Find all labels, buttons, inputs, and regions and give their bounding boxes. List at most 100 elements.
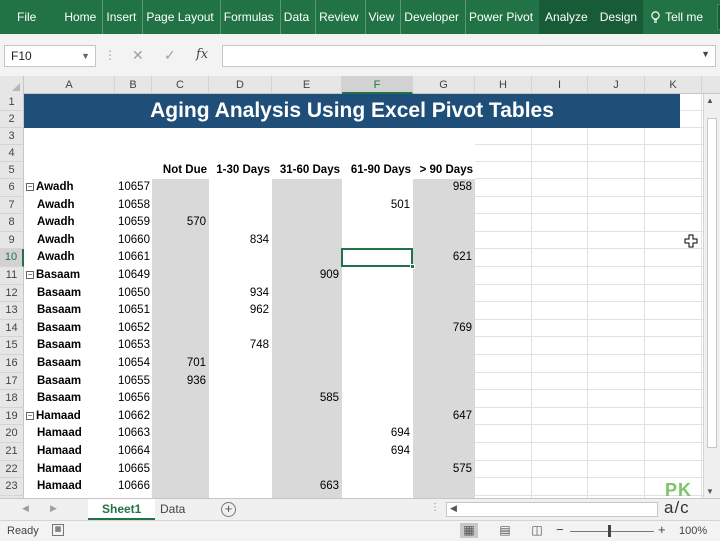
check-icon[interactable]: ✓: [164, 47, 176, 64]
column-header-e[interactable]: E: [272, 76, 342, 94]
amount-cell[interactable]: 694: [342, 443, 410, 461]
customer-cell[interactable]: − Awadh: [26, 179, 103, 197]
invoice-cell[interactable]: 10659: [115, 214, 152, 232]
amount-cell[interactable]: 748: [209, 337, 269, 355]
ribbon-tab-power-pivot[interactable]: Power Pivot: [465, 0, 539, 34]
row-header-23[interactable]: 23: [0, 478, 24, 496]
select-all-button[interactable]: [0, 76, 24, 94]
invoice-cell[interactable]: 10666: [115, 478, 152, 496]
row-header-11[interactable]: 11: [0, 267, 24, 285]
column-header-b[interactable]: B: [115, 76, 152, 94]
amount-cell[interactable]: 694: [342, 425, 410, 443]
macro-record-icon[interactable]: ▦: [52, 524, 64, 536]
page-layout-view-icon[interactable]: ▤: [496, 523, 514, 538]
column-header-a[interactable]: A: [24, 76, 115, 94]
invoice-cell[interactable]: 10665: [115, 461, 152, 479]
vertical-scrollbar[interactable]: ▲ ▼: [703, 94, 720, 498]
ribbon-tab-review[interactable]: Review: [315, 0, 364, 34]
fill-handle[interactable]: [410, 263, 415, 269]
scroll-up-icon[interactable]: ▲: [706, 96, 714, 105]
amount-cell[interactable]: 962: [209, 302, 269, 320]
zoom-level[interactable]: 100%: [679, 525, 707, 537]
amount-cell[interactable]: 909: [272, 267, 339, 285]
invoice-cell[interactable]: 10651: [115, 302, 152, 320]
collapse-icon[interactable]: −: [26, 271, 34, 279]
drag-handle-icon[interactable]: ⋮: [104, 48, 116, 62]
expand-formula-icon[interactable]: ▼: [701, 49, 710, 59]
ribbon-tab-developer[interactable]: Developer: [400, 0, 465, 34]
invoice-cell[interactable]: 10653: [115, 337, 152, 355]
amount-cell[interactable]: 663: [272, 478, 339, 496]
sheet-tab-data[interactable]: Data: [146, 499, 199, 520]
amount-cell[interactable]: 834: [209, 232, 269, 250]
row-header-10[interactable]: 10: [0, 249, 24, 267]
tell-me-search[interactable]: Tell me: [643, 0, 713, 34]
chevron-down-icon[interactable]: ▼: [81, 46, 90, 66]
customer-cell[interactable]: Awadh: [37, 249, 114, 267]
row-header-22[interactable]: 22: [0, 460, 24, 479]
customer-cell[interactable]: Basaam: [37, 320, 114, 338]
customer-cell[interactable]: Basaam: [37, 302, 114, 320]
row-header-2[interactable]: 2: [0, 111, 24, 128]
invoice-cell[interactable]: 10663: [115, 425, 152, 443]
row-header-20[interactable]: 20: [0, 425, 24, 443]
row-header-19[interactable]: 19: [0, 407, 24, 426]
column-header-k[interactable]: K: [645, 76, 702, 94]
aging-header[interactable]: 1-30 Days: [209, 162, 270, 179]
amount-cell[interactable]: 936: [152, 373, 206, 391]
formula-input[interactable]: ▼: [222, 45, 716, 67]
column-header-j[interactable]: J: [588, 76, 645, 94]
customer-cell[interactable]: − Basaam: [26, 267, 103, 285]
amount-cell[interactable]: 585: [272, 390, 339, 408]
zoom-in-icon[interactable]: +: [658, 522, 666, 537]
ribbon-tab-data[interactable]: Data: [279, 0, 315, 34]
row-header-3[interactable]: 3: [0, 128, 24, 145]
amount-cell[interactable]: 647: [413, 408, 472, 426]
zoom-slider-thumb[interactable]: [608, 525, 611, 537]
customer-cell[interactable]: Awadh: [37, 197, 114, 215]
invoice-cell[interactable]: 10664: [115, 443, 152, 461]
normal-view-icon[interactable]: ▦: [460, 523, 478, 538]
customer-cell[interactable]: − Hamaad: [26, 408, 103, 426]
split-handle-icon[interactable]: ⋮: [430, 502, 440, 513]
invoice-cell[interactable]: 10652: [115, 320, 152, 338]
row-header-5[interactable]: 5: [0, 162, 24, 179]
ribbon-tab-design[interactable]: Design: [593, 0, 644, 34]
invoice-cell[interactable]: 10655: [115, 373, 152, 391]
row-header-4[interactable]: 4: [0, 145, 24, 162]
ribbon-tab-page-layout[interactable]: Page Layout: [142, 0, 219, 34]
invoice-cell[interactable]: 10662: [115, 408, 152, 426]
prev-sheet-icon[interactable]: ◀: [22, 503, 29, 514]
customer-cell[interactable]: Hamaad: [37, 443, 114, 461]
ribbon-tab-insert[interactable]: Insert: [102, 0, 142, 34]
row-header-21[interactable]: 21: [0, 443, 24, 461]
scroll-thumb[interactable]: [707, 118, 717, 448]
row-header-1[interactable]: 1: [0, 94, 24, 111]
collapse-icon[interactable]: −: [26, 183, 34, 191]
row-header-17[interactable]: 17: [0, 372, 24, 391]
row-header-13[interactable]: 13: [0, 302, 24, 320]
add-sheet-icon[interactable]: +: [221, 502, 236, 517]
ribbon-tab-formulas[interactable]: Formulas: [219, 0, 280, 34]
customer-cell[interactable]: Basaam: [37, 285, 114, 303]
amount-cell[interactable]: 769: [413, 320, 472, 338]
invoice-cell[interactable]: 10656: [115, 390, 152, 408]
row-header-6[interactable]: 6: [0, 179, 24, 197]
customer-cell[interactable]: Hamaad: [37, 478, 114, 496]
customer-cell[interactable]: Hamaad: [37, 425, 114, 443]
customer-cell[interactable]: Basaam: [37, 355, 114, 373]
cancel-icon[interactable]: ✕: [132, 47, 144, 64]
horizontal-scrollbar[interactable]: ◀: [446, 502, 658, 517]
amount-cell[interactable]: 934: [209, 285, 269, 303]
invoice-cell[interactable]: 10658: [115, 197, 152, 215]
aging-header[interactable]: 31-60 Days: [272, 162, 340, 179]
aging-header[interactable]: Not Due: [152, 162, 207, 179]
row-header-15[interactable]: 15: [0, 337, 24, 355]
column-header-i[interactable]: I: [532, 76, 588, 94]
column-header-h[interactable]: H: [475, 76, 532, 94]
zoom-out-icon[interactable]: −: [556, 522, 564, 537]
customer-cell[interactable]: Hamaad: [37, 461, 114, 479]
customer-cell[interactable]: Basaam: [37, 337, 114, 355]
row-header-16[interactable]: 16: [0, 355, 24, 373]
zoom-slider[interactable]: [570, 531, 654, 532]
